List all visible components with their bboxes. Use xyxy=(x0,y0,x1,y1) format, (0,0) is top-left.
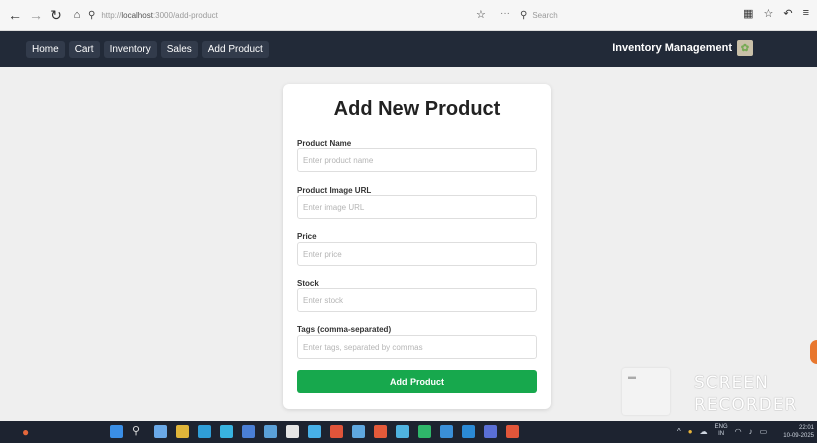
watermark-line2: RECORDER xyxy=(694,395,798,415)
vscode-icon[interactable] xyxy=(462,425,475,438)
product-name-label: Product Name xyxy=(297,139,352,148)
file-explorer-icon[interactable] xyxy=(176,425,189,438)
windows-start-icon[interactable] xyxy=(110,425,123,438)
product-image-url-label: Product Image URL xyxy=(297,186,372,195)
tags-label: Tags (comma-separated) xyxy=(297,325,392,334)
search-icon: ⚲ xyxy=(520,10,528,21)
chevron-up-icon[interactable]: ^ xyxy=(677,427,681,436)
nav-link-add-product[interactable]: Add Product xyxy=(201,40,269,58)
star-icon[interactable]: ☆ xyxy=(476,8,486,21)
app-navbar: Home Cart Inventory Sales Add Product In… xyxy=(0,31,817,67)
address-bar[interactable]: ⚲ http://localhost:3000/add-product xyxy=(88,6,508,25)
app-tile-icon[interactable] xyxy=(484,425,497,438)
product-name-input[interactable] xyxy=(297,148,537,172)
nav-link-sales[interactable]: Sales xyxy=(160,40,198,58)
url-host: localhost xyxy=(121,11,153,20)
more-dots-icon[interactable]: ··· xyxy=(500,8,510,19)
brand[interactable]: Inventory Management ✿ xyxy=(612,40,753,56)
browser-toolbar: ← → ↻ ⌂ ⚲ http://localhost:3000/add-prod… xyxy=(0,0,817,31)
brand-logo-icon: ✿ xyxy=(737,40,753,56)
lang-top: ENG xyxy=(714,424,728,430)
nav-link-home[interactable]: Home xyxy=(26,40,65,58)
back-arrow-icon[interactable]: ← xyxy=(8,7,22,23)
tray-app-icon[interactable]: ● xyxy=(688,427,693,436)
recorder-widget[interactable]: ▬ xyxy=(622,368,670,415)
recorder-watermark: SCREEN RECORDER xyxy=(694,372,797,416)
bookmarks-icon[interactable]: ☆ xyxy=(763,7,773,20)
browser-search-box[interactable]: ⚲ Search xyxy=(520,6,720,25)
settings-icon[interactable] xyxy=(242,425,255,438)
url-prefix: http:// xyxy=(101,11,122,20)
battery-icon[interactable]: ▭ xyxy=(760,427,768,436)
browser-right-icons: ▦ ☆ ↶ ≡ xyxy=(743,7,809,20)
taskbar: ● ⚲ ^ ● ☁ ENG IN ◠ ♪ ▭ 22:01 10-09-2025 xyxy=(0,421,817,443)
recorder-app-icon[interactable] xyxy=(506,425,519,438)
calendar-icon[interactable] xyxy=(264,425,277,438)
clock-date: 10-09-2025 xyxy=(783,433,814,439)
nav-links: Home Cart Inventory Sales Add Product xyxy=(0,40,269,58)
home-icon[interactable]: ⌂ xyxy=(71,9,83,21)
search-icon: ⚲ xyxy=(88,10,96,21)
lang-bottom: IN xyxy=(718,431,725,437)
search-icon[interactable]: ⚲ xyxy=(132,425,145,438)
price-label: Price xyxy=(297,232,317,241)
app-icon[interactable]: ● xyxy=(22,425,29,439)
task-view-icon[interactable] xyxy=(154,425,167,438)
system-tray: ^ ● ☁ ENG IN ◠ ♪ ▭ xyxy=(677,424,767,438)
volume-icon[interactable]: ♪ xyxy=(749,427,753,436)
browser-icon[interactable] xyxy=(220,425,233,438)
product-image-url-input[interactable] xyxy=(297,195,537,219)
grid-icon[interactable]: ▦ xyxy=(743,7,753,20)
taskbar-apps: ⚲ xyxy=(110,425,519,438)
url-path: :3000/add-product xyxy=(152,11,218,20)
vscode-alt-icon[interactable] xyxy=(308,425,321,438)
spotify-icon[interactable] xyxy=(418,425,431,438)
page-title: Add New Product xyxy=(333,98,501,120)
notepad-icon[interactable] xyxy=(286,425,299,438)
add-product-card: Add New Product Product Name Product Ima… xyxy=(283,84,551,409)
floating-widget-icon[interactable] xyxy=(810,340,817,364)
browser-search-placeholder: Search xyxy=(532,11,558,20)
chrome-icon[interactable] xyxy=(396,425,409,438)
forward-arrow-icon[interactable]: → xyxy=(29,7,43,23)
nav-link-cart[interactable]: Cart xyxy=(68,40,100,58)
recorder-dash-icon: ▬ xyxy=(628,372,636,381)
hamburger-icon[interactable]: ≡ xyxy=(803,7,809,20)
language-indicator[interactable]: ENG IN xyxy=(715,424,728,438)
stock-input[interactable] xyxy=(297,288,537,312)
app-circle-icon[interactable] xyxy=(374,425,387,438)
undo-icon[interactable]: ↶ xyxy=(783,7,792,20)
chrome-alt-icon[interactable] xyxy=(440,425,453,438)
browser-nav-buttons: ← → ↻ ⌂ xyxy=(0,7,83,24)
nav-link-inventory[interactable]: Inventory xyxy=(103,40,157,58)
app-arrow-icon[interactable] xyxy=(352,425,365,438)
wifi-icon[interactable]: ◠ xyxy=(735,427,742,436)
edge-icon[interactable] xyxy=(198,425,211,438)
tags-input[interactable] xyxy=(297,335,537,359)
reload-icon[interactable]: ↻ xyxy=(50,7,62,24)
add-product-button[interactable]: Add Product xyxy=(297,370,537,393)
brand-title: Inventory Management xyxy=(612,42,732,54)
firefox-icon[interactable] xyxy=(330,425,343,438)
watermark-line1: SCREEN xyxy=(694,373,769,393)
clock[interactable]: 22:01 10-09-2025 xyxy=(783,424,814,440)
clock-time: 22:01 xyxy=(798,425,814,431)
stock-label: Stock xyxy=(297,279,319,288)
price-input[interactable] xyxy=(297,242,537,266)
tray-cloud-icon[interactable]: ☁ xyxy=(700,427,708,436)
